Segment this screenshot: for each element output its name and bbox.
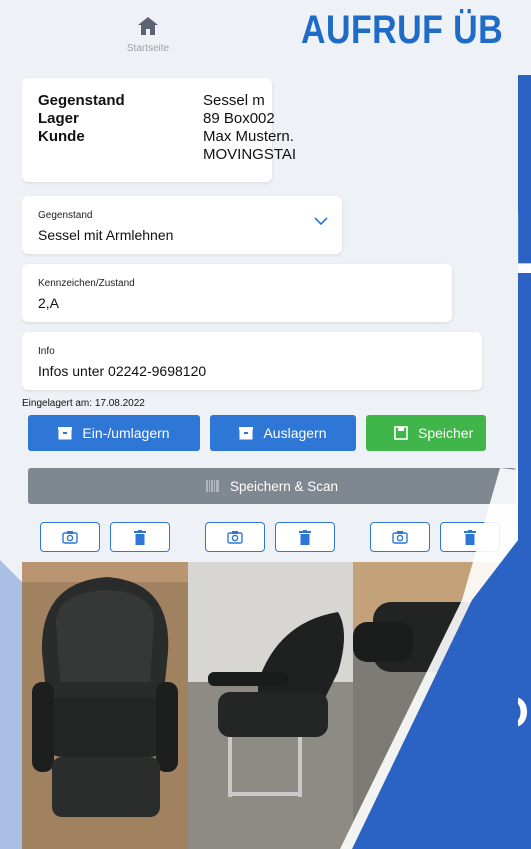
box-icon — [58, 426, 73, 439]
summary-key-customer: Kunde — [38, 128, 85, 145]
trash-icon — [134, 529, 146, 545]
item-select-value: Sessel mit Armlehnen — [38, 227, 174, 243]
retrieve-button-label: Auslagern — [263, 425, 327, 441]
store-button-label: Ein-/umlagern — [82, 425, 170, 441]
photo-1-camera-button[interactable] — [40, 522, 100, 552]
floppy-disk-icon — [394, 426, 408, 440]
armchair-detail-photo — [353, 562, 518, 849]
condition-field-value: 2,A — [38, 295, 60, 311]
store-button[interactable]: Ein-/umlagern — [28, 415, 200, 451]
save-and-scan-button[interactable]: Speichern & Scan — [28, 468, 516, 504]
app-screenshot: Startseite Gegenstand Sessel m Lager 89 … — [22, 0, 518, 849]
camera-icon — [227, 531, 243, 544]
barcode-icon — [205, 480, 219, 492]
summary-value-item: Sessel m — [203, 92, 265, 109]
photo-2-delete-button[interactable] — [275, 522, 335, 552]
info-field-value: Infos unter 02242-9698120 — [38, 363, 207, 379]
camera-icon — [392, 531, 408, 544]
photo-3-delete-button[interactable] — [440, 522, 500, 552]
box-icon — [239, 426, 254, 439]
item-select[interactable]: Gegenstand Sessel mit Armlehnen — [22, 196, 342, 254]
item-select-label: Gegenstand — [38, 210, 93, 221]
save-button-label: Speicher — [418, 425, 474, 441]
info-field[interactable]: Info Infos unter 02242-9698120 — [22, 332, 482, 390]
armchair-side-photo — [188, 562, 353, 849]
item-summary-card: Gegenstand Sessel m Lager 89 Box002 Kund… — [22, 78, 296, 182]
photo-2[interactable] — [188, 562, 353, 849]
camera-icon — [62, 531, 78, 544]
trash-icon — [464, 529, 476, 545]
retrieve-button[interactable]: Auslagern — [210, 415, 356, 451]
photo-3[interactable] — [353, 562, 518, 849]
home-nav-button[interactable]: Startseite — [102, 10, 194, 65]
photo-1[interactable] — [22, 562, 188, 849]
photo-2-camera-button[interactable] — [205, 522, 265, 552]
trash-icon — [299, 529, 311, 545]
photo-3-camera-button[interactable] — [370, 522, 430, 552]
summary-key-storage: Lager — [38, 110, 79, 127]
home-label: Startseite — [126, 43, 170, 54]
summary-key-item: Gegenstand — [38, 92, 125, 109]
save-and-scan-label: Speichern & Scan — [229, 478, 339, 494]
save-button[interactable]: Speicher — [366, 415, 486, 451]
home-icon — [138, 17, 158, 35]
stored-date-text: Eingelagert am: 17.08.2022 — [22, 398, 145, 409]
photo-1-delete-button[interactable] — [110, 522, 170, 552]
condition-field[interactable]: Kennzeichen/Zustand 2,A — [22, 264, 452, 322]
condition-field-label: Kennzeichen/Zustand — [38, 278, 135, 289]
info-field-label: Info — [38, 346, 55, 357]
chevron-down-icon — [314, 217, 328, 226]
summary-value-company: MOVINGSTAI — [203, 146, 297, 163]
summary-value-customer: Max Mustern. — [203, 128, 294, 145]
summary-value-storage: 89 Box002 — [203, 110, 275, 127]
armchair-front-photo — [22, 562, 188, 849]
